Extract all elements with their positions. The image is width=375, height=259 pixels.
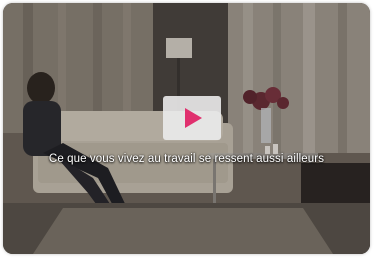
video-caption: Ce que vous vivez au travail se ressent … [48, 153, 325, 165]
play-icon [185, 108, 202, 128]
play-button[interactable] [163, 96, 221, 140]
video-card[interactable]: Ce que vous vivez au travail se ressent … [3, 3, 370, 254]
